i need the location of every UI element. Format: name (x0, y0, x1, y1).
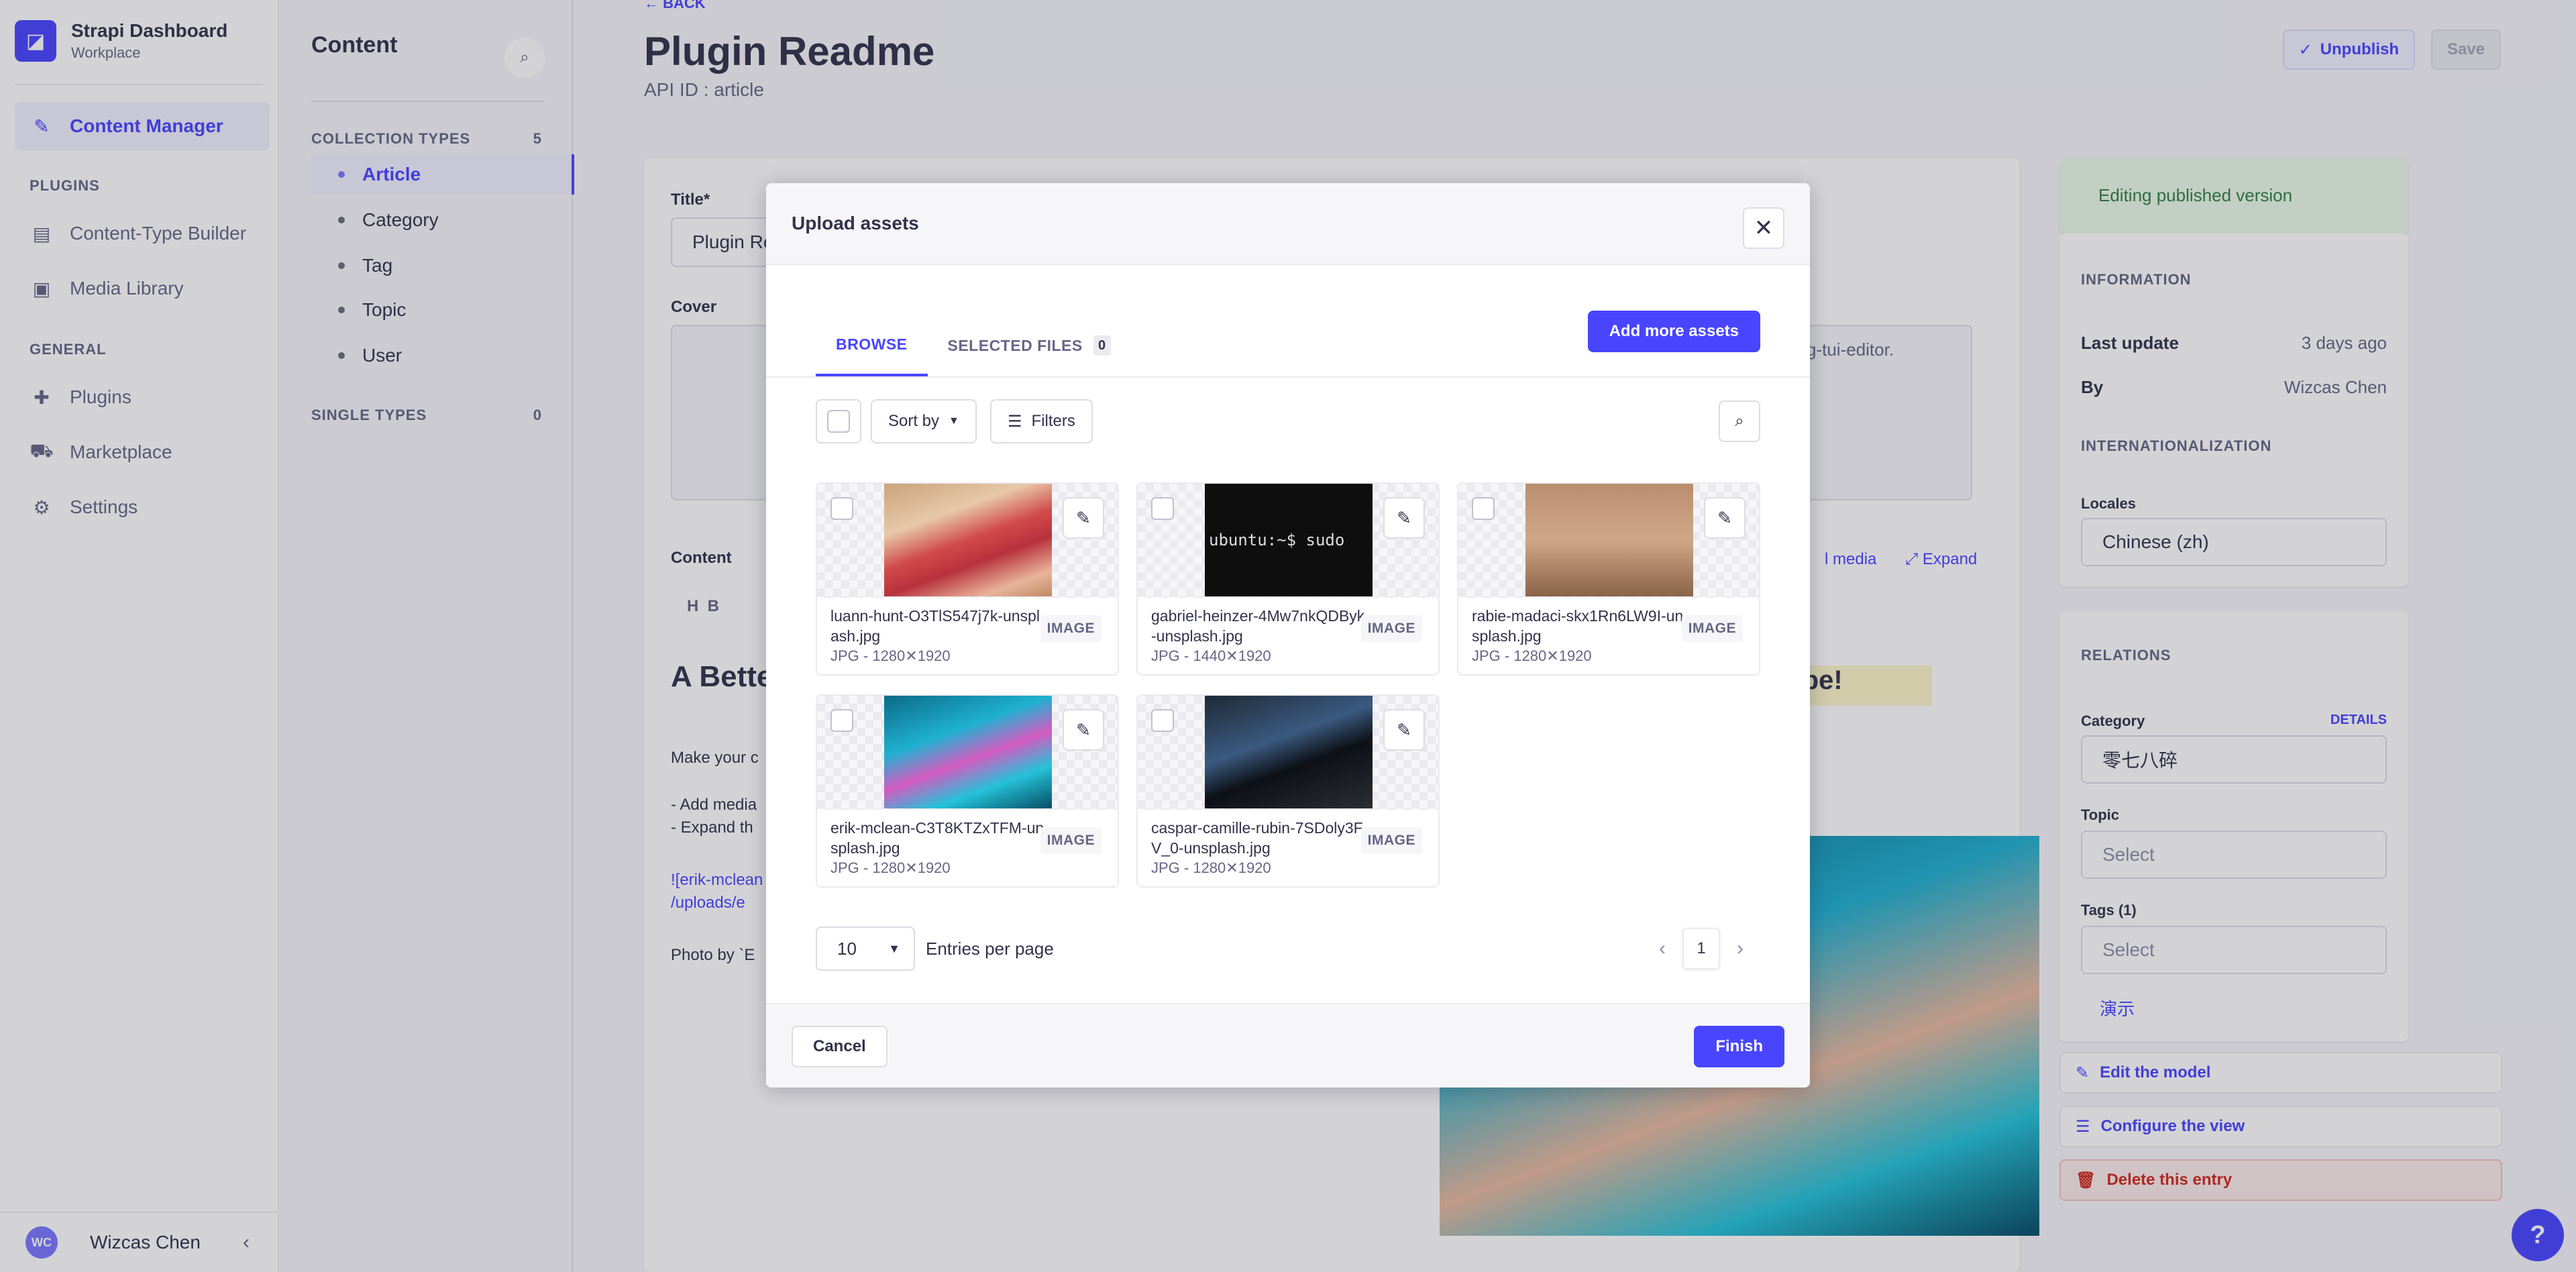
modal-tabs: BROWSE SELECTED FILES 0 (816, 315, 1131, 376)
pencil-icon: ✎ (1076, 719, 1091, 740)
pagination-row: 10 ▼ Entries per page ‹ 1 › (816, 926, 1760, 971)
edit-asset-button[interactable]: ✎ (1383, 497, 1425, 539)
caret-down-icon: ▼ (888, 941, 900, 955)
asset-name: erik-mclean-C3T8KTZxTFM-unsplash.jpg (830, 819, 1044, 857)
asset-type-badge: IMAGE (1360, 827, 1422, 854)
asset-name: luann-hunt-O3TlS547j7k-unsplash.jpg (830, 607, 1040, 645)
tab-divider (766, 376, 1810, 378)
filters-label: Filters (1031, 412, 1075, 430)
entries-per-page-label: Entries per page (926, 939, 1054, 959)
asset-meta: JPG - 1440✕1920 (1151, 647, 1271, 664)
asset-thumbnail (884, 484, 1052, 596)
next-page-icon[interactable]: › (1720, 929, 1760, 969)
asset-meta: JPG - 1280✕1920 (830, 859, 951, 876)
asset-checkbox[interactable] (830, 497, 853, 520)
asset-type-badge: IMAGE (1040, 615, 1102, 642)
edit-asset-button[interactable]: ✎ (1063, 709, 1104, 751)
edit-asset-button[interactable]: ✎ (1383, 709, 1425, 751)
thumbnail-terminal-text: ubuntu:~$ sudo (1209, 531, 1345, 549)
selected-count-badge: 0 (1093, 335, 1111, 356)
select-all-checkbox-wrapper (816, 399, 861, 443)
filters-button[interactable]: ☰ Filters (990, 399, 1093, 443)
close-button[interactable]: ✕ (1743, 207, 1784, 249)
asset-meta: JPG - 1280✕1920 (1472, 647, 1592, 664)
modal-title: Upload assets (792, 213, 919, 233)
asset-thumbnail (884, 696, 1052, 808)
tab-selected-files[interactable]: SELECTED FILES 0 (928, 315, 1131, 376)
asset-name: rabie-madaci-skx1Rn6LW9I-unsplash.jpg (1472, 607, 1684, 645)
tab-label: SELECTED FILES (947, 336, 1083, 354)
cancel-button[interactable]: Cancel (792, 1026, 888, 1067)
pencil-icon: ✎ (1076, 507, 1091, 528)
asset-type-badge: IMAGE (1040, 827, 1102, 854)
edit-asset-button[interactable]: ✎ (1063, 497, 1104, 539)
filter-icon: ☰ (1008, 412, 1022, 431)
edit-asset-button[interactable]: ✎ (1704, 497, 1746, 539)
asset-meta: JPG - 1280✕1920 (830, 647, 951, 664)
asset-card[interactable]: ✎ erik-mclean-C3T8KTZxTFM-unsplash.jpg J… (816, 694, 1119, 888)
asset-card[interactable]: ubuntu:~$ sudo ✎ gabriel-heinzer-4Mw7nkQ… (1136, 482, 1440, 676)
pagination: ‹ 1 › (1642, 926, 1760, 971)
asset-checkbox[interactable] (830, 709, 853, 732)
pencil-icon: ✎ (1717, 507, 1732, 528)
select-all-checkbox[interactable] (827, 410, 850, 433)
finish-button[interactable]: Finish (1694, 1026, 1784, 1067)
asset-toolbar: Sort by ▼ ☰ Filters ⌕ (816, 399, 1760, 443)
tab-browse[interactable]: BROWSE (816, 315, 928, 376)
page-number[interactable]: 1 (1682, 928, 1720, 969)
asset-card[interactable]: ✎ rabie-madaci-skx1Rn6LW9I-unsplash.jpg … (1457, 482, 1760, 676)
asset-checkbox[interactable] (1151, 709, 1174, 732)
asset-thumbnail (1525, 484, 1693, 596)
asset-checkbox[interactable] (1472, 497, 1495, 520)
asset-name: gabriel-heinzer-4Mw7nkQDByk-unsplash.jpg (1151, 607, 1365, 645)
sort-by-label: Sort by (888, 412, 940, 430)
close-icon: ✕ (1754, 215, 1774, 241)
tab-label: BROWSE (836, 335, 908, 353)
asset-card[interactable]: ✎ caspar-camille-rubin-7SDoly3FV_0-unspl… (1136, 694, 1440, 888)
per-page-value: 10 (837, 938, 857, 959)
previous-page-icon[interactable]: ‹ (1642, 929, 1682, 969)
caret-down-icon: ▼ (949, 415, 959, 427)
upload-assets-modal: Upload assets ✕ BROWSE SELECTED FILES 0 … (766, 183, 1810, 1088)
search-icon: ⌕ (1735, 412, 1744, 430)
asset-checkbox[interactable] (1151, 497, 1174, 520)
pencil-icon: ✎ (1397, 507, 1411, 528)
modal-footer: Cancel Finish (766, 1003, 1810, 1088)
asset-card[interactable]: ✎ luann-hunt-O3TlS547j7k-unsplash.jpg JP… (816, 482, 1119, 676)
sort-by-button[interactable]: Sort by ▼ (871, 399, 977, 443)
add-more-assets-button[interactable]: Add more assets (1587, 311, 1760, 352)
asset-meta: JPG - 1280✕1920 (1151, 859, 1271, 876)
search-button[interactable]: ⌕ (1719, 401, 1760, 442)
asset-thumbnail (1205, 696, 1373, 808)
asset-thumbnail: ubuntu:~$ sudo (1205, 484, 1373, 596)
asset-type-badge: IMAGE (1360, 615, 1422, 642)
entries-per-page-select[interactable]: 10 ▼ (816, 926, 915, 971)
modal-header: Upload assets ✕ (766, 183, 1810, 265)
asset-name: caspar-camille-rubin-7SDoly3FV_0-unsplas… (1151, 819, 1363, 857)
asset-type-badge: IMAGE (1681, 615, 1743, 642)
pencil-icon: ✎ (1397, 719, 1411, 740)
